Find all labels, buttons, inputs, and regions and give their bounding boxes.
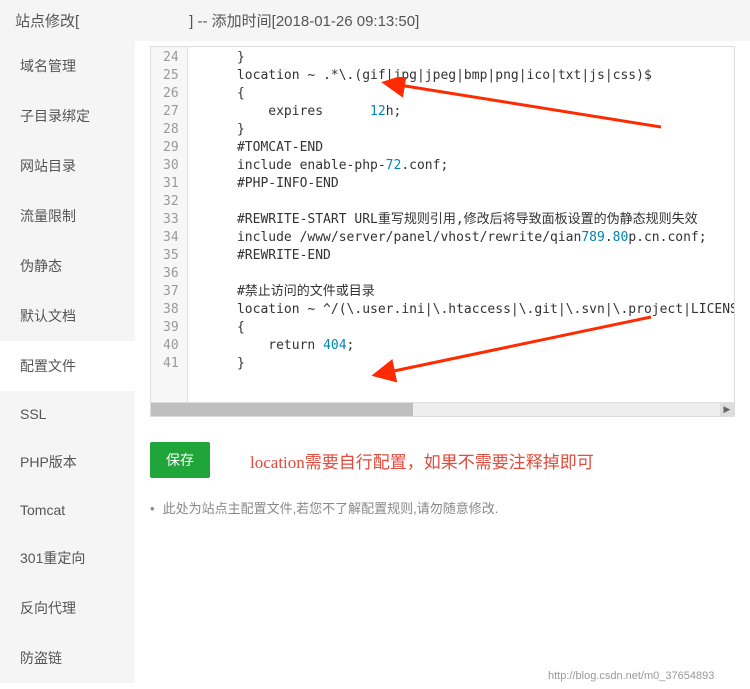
main-panel: 242526272829303132333435363738394041 } l… (135, 41, 750, 683)
sidebar-item-11[interactable]: 反向代理 (0, 583, 135, 633)
sidebar-item-6[interactable]: 配置文件 (0, 341, 135, 391)
sidebar-item-10[interactable]: 301重定向 (0, 533, 135, 583)
header-suffix: ] -- 添加时间[2018-01-26 09:13:50] (189, 13, 419, 30)
sidebar-item-9[interactable]: Tomcat (0, 487, 135, 533)
scrollbar-thumb[interactable] (151, 403, 413, 416)
footer-note: • 此处为站点主配置文件,若您不了解配置规则,请勿随意修改. (135, 493, 750, 557)
sidebar: 域名管理子目录绑定网站目录流量限制伪静态默认文档配置文件SSLPHP版本Tomc… (0, 41, 135, 683)
code-area[interactable]: } location ~ .*\.(gif|jpg|jpeg|bmp|png|i… (188, 47, 734, 402)
scroll-right-arrow[interactable]: ▶ (720, 403, 734, 416)
sidebar-item-12[interactable]: 防盗链 (0, 633, 135, 683)
bullet-icon: • (150, 501, 155, 516)
hint-text: location需要自行配置，如果不需要注释掉即可 (250, 448, 594, 473)
code-editor[interactable]: 242526272829303132333435363738394041 } l… (150, 46, 735, 403)
header-prefix: 站点修改[ (15, 13, 79, 30)
sidebar-item-2[interactable]: 网站目录 (0, 141, 135, 191)
sidebar-item-8[interactable]: PHP版本 (0, 437, 135, 487)
sidebar-item-7[interactable]: SSL (0, 391, 135, 437)
footer-text: 此处为站点主配置文件,若您不了解配置规则,请勿随意修改. (163, 501, 499, 516)
sidebar-item-0[interactable]: 域名管理 (0, 41, 135, 91)
sidebar-item-1[interactable]: 子目录绑定 (0, 91, 135, 141)
page-header: 站点修改[ ] -- 添加时间[2018-01-26 09:13:50] (0, 0, 750, 41)
watermark: http://blog.csdn.net/m0_37654893 (548, 670, 714, 682)
horizontal-scrollbar[interactable]: ▶ (150, 403, 735, 417)
sidebar-item-3[interactable]: 流量限制 (0, 191, 135, 241)
sidebar-item-4[interactable]: 伪静态 (0, 241, 135, 291)
line-gutter: 242526272829303132333435363738394041 (151, 47, 188, 402)
save-button[interactable]: 保存 (150, 442, 210, 478)
sidebar-item-5[interactable]: 默认文档 (0, 291, 135, 341)
